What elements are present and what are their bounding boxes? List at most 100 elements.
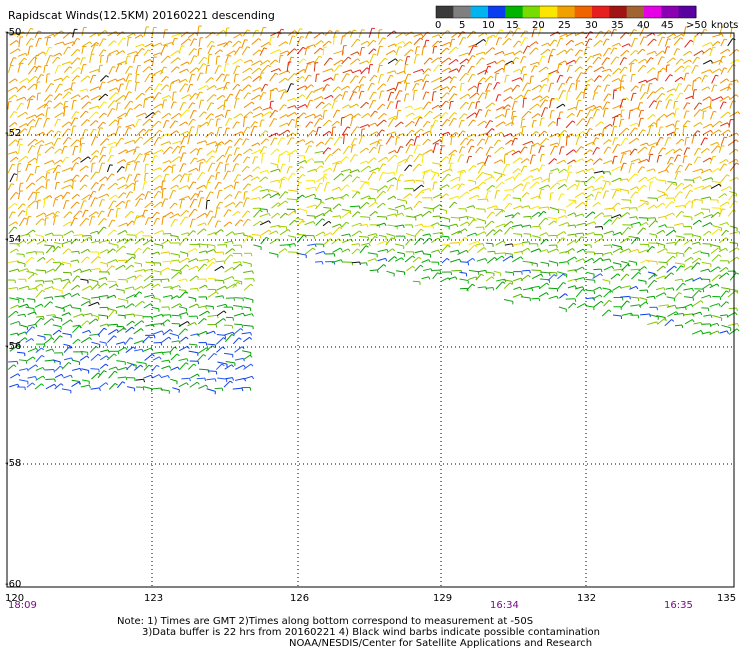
wind-barb-flag xyxy=(281,137,285,140)
wind-barb-flag xyxy=(539,84,543,88)
wind-barb xyxy=(405,31,412,37)
wind-barb xyxy=(160,141,170,146)
wind-barb xyxy=(223,63,227,72)
wind-barb xyxy=(359,223,368,227)
wind-barb-flag xyxy=(151,353,155,357)
wind-barb-flag xyxy=(53,369,55,373)
wind-barb xyxy=(323,182,328,192)
wind-barb xyxy=(233,33,241,39)
wind-barb xyxy=(287,210,295,216)
wind-barb xyxy=(179,152,184,162)
wind-barb-flag xyxy=(660,136,664,139)
wind-barb-flag xyxy=(193,38,197,41)
wind-barb xyxy=(107,229,115,236)
wind-barb xyxy=(241,210,248,218)
wind-barb-flag xyxy=(25,53,28,57)
wind-barb-flag xyxy=(527,274,531,278)
wind-barb xyxy=(322,220,330,227)
wind-barb xyxy=(143,58,151,64)
wind-barb xyxy=(205,182,209,190)
wind-barb xyxy=(10,320,19,325)
wind-barb-flag xyxy=(473,45,477,48)
wind-barb-flag xyxy=(221,388,224,392)
wind-barb-flag xyxy=(589,149,593,153)
wind-barb-flag xyxy=(213,330,216,334)
wind-barb-flag xyxy=(195,92,199,96)
wind-barb xyxy=(27,83,35,91)
wind-barb-flag xyxy=(582,118,586,121)
wind-barb-flag xyxy=(105,382,109,385)
wind-barb xyxy=(252,49,260,56)
wind-barb xyxy=(153,201,162,208)
wind-barb xyxy=(115,94,124,102)
wind-barb-flag xyxy=(142,44,145,48)
wind-barb-flag xyxy=(96,41,100,45)
wind-barb-flag xyxy=(634,148,638,151)
wind-barb xyxy=(126,220,133,227)
wind-barb-flag xyxy=(139,291,143,294)
wind-barb-flag xyxy=(503,121,506,125)
wind-barb xyxy=(53,30,62,37)
wind-barb-flag xyxy=(684,306,687,311)
wind-barb-flag xyxy=(26,368,29,372)
wind-barb-flag xyxy=(112,66,116,68)
wind-barb xyxy=(367,252,378,255)
wind-barb-flag xyxy=(97,283,101,287)
wind-barb xyxy=(682,215,692,218)
wind-barb-flag xyxy=(61,352,64,356)
wind-barb xyxy=(584,158,592,164)
wind-barb-flag xyxy=(428,101,432,104)
wind-barb-flag xyxy=(412,265,416,269)
wind-barb xyxy=(143,303,151,309)
wind-barb xyxy=(378,57,386,66)
wind-barb xyxy=(71,156,80,163)
wind-barb-flag xyxy=(230,184,234,188)
wind-barb xyxy=(80,200,85,210)
wind-barb-flag xyxy=(26,78,30,82)
wind-barb xyxy=(72,146,76,156)
wind-barb xyxy=(73,234,83,237)
wind-barb xyxy=(243,306,251,309)
wind-barb xyxy=(621,43,629,48)
wind-barb xyxy=(386,177,395,183)
wind-barb xyxy=(612,90,615,100)
wind-barb xyxy=(468,218,475,227)
wind-barb xyxy=(574,41,583,47)
wind-barb-flag xyxy=(59,335,63,338)
wind-barb xyxy=(10,304,19,309)
wind-barb xyxy=(71,292,78,298)
wind-barb-flag xyxy=(641,166,645,169)
wind-barb xyxy=(640,259,648,264)
wind-barb xyxy=(7,65,11,73)
wind-barb-flag xyxy=(509,96,513,100)
wind-barb-flag xyxy=(69,211,73,214)
wind-barb-flag xyxy=(68,121,72,125)
wind-barb-flag xyxy=(350,69,353,73)
wind-barb-flag xyxy=(184,83,189,86)
wind-barb-flag xyxy=(455,59,459,62)
wind-barb xyxy=(369,211,376,217)
wind-barb-flag xyxy=(531,287,534,292)
wind-barb xyxy=(118,346,126,352)
wind-barb-flag xyxy=(313,193,317,198)
wind-barb-flag xyxy=(239,137,243,141)
wind-barb xyxy=(666,88,675,93)
wind-barb xyxy=(216,346,223,353)
wind-barb-flag xyxy=(682,282,686,286)
wind-barb-flag xyxy=(210,113,214,116)
wind-barb xyxy=(513,40,519,48)
wind-barb xyxy=(520,146,526,153)
wind-barb-flag xyxy=(132,320,135,324)
wind-barb-flag xyxy=(320,47,324,51)
wind-barb xyxy=(314,260,323,263)
wind-barb-flag xyxy=(618,42,622,46)
wind-barb xyxy=(270,137,275,146)
wind-barb-flag xyxy=(131,264,135,268)
wind-barb xyxy=(495,240,504,246)
wind-barb xyxy=(682,184,691,190)
wind-barb xyxy=(100,349,109,353)
wind-barb xyxy=(117,314,126,317)
wind-barb-flag xyxy=(210,118,214,121)
wind-barb-flag xyxy=(673,197,676,202)
wind-barb-flag xyxy=(571,133,575,137)
